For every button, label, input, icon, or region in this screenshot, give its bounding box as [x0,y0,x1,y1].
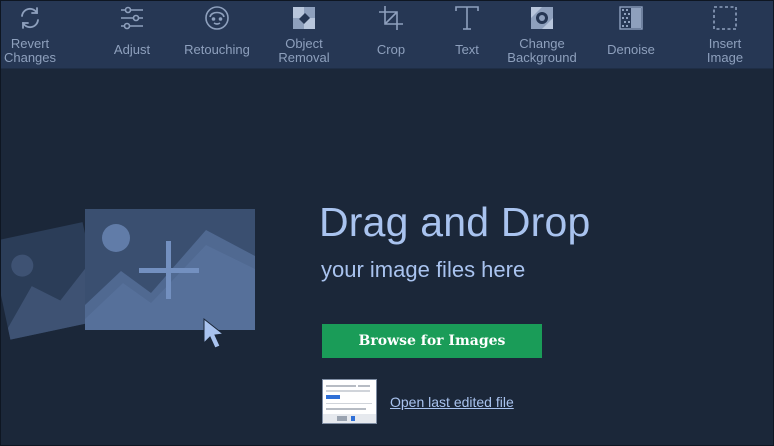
toolbar-label: Adjust [113,42,151,57]
last-file-thumbnail[interactable] [322,379,377,424]
drop-zone-illustration [0,201,271,351]
drag-drop-subtitle: your image files here [321,257,526,282]
toolbar-insert-image[interactable]: Insert Image [693,1,757,69]
toolbar-label: Denoise [607,42,655,57]
face-icon [203,4,231,32]
toolbar: Revert Changes Adjust Retouching Object … [1,1,773,69]
crop-icon [377,4,405,32]
browse-images-button[interactable]: Browse for Images [322,324,542,358]
revert-icon [16,4,44,32]
toolbar-denoise[interactable]: Denoise [599,1,663,69]
toolbar-object-removal[interactable]: Object Removal [271,1,337,69]
toolbar-label: Text [455,42,479,57]
eraser-icon [290,4,318,32]
toolbar-label: Revert Changes [3,36,57,65]
toolbar-crop[interactable]: Crop [365,1,417,69]
text-icon [453,4,481,32]
denoise-icon [617,4,645,32]
toolbar-change-background[interactable]: Change Background [501,1,583,69]
toolbar-revert-changes[interactable]: Revert Changes [1,1,59,69]
toolbar-label: Object Removal [278,36,330,65]
toolbar-label: Retouching [184,42,250,57]
toolbar-text[interactable]: Text [441,1,493,69]
background-icon [528,4,556,32]
open-last-file-link[interactable]: Open last edited file [390,394,514,410]
insert-image-icon [711,4,739,32]
toolbar-label: Change Background [507,36,577,65]
toolbar-retouching[interactable]: Retouching [177,1,257,69]
toolbar-adjust[interactable]: Adjust [101,1,163,69]
app-window: Revert Changes Adjust Retouching Object … [0,0,774,446]
drag-drop-title: Drag and Drop [319,199,591,245]
toolbar-label: Crop [376,42,406,57]
toolbar-label: Insert Image [706,36,744,65]
sliders-icon [118,4,146,32]
